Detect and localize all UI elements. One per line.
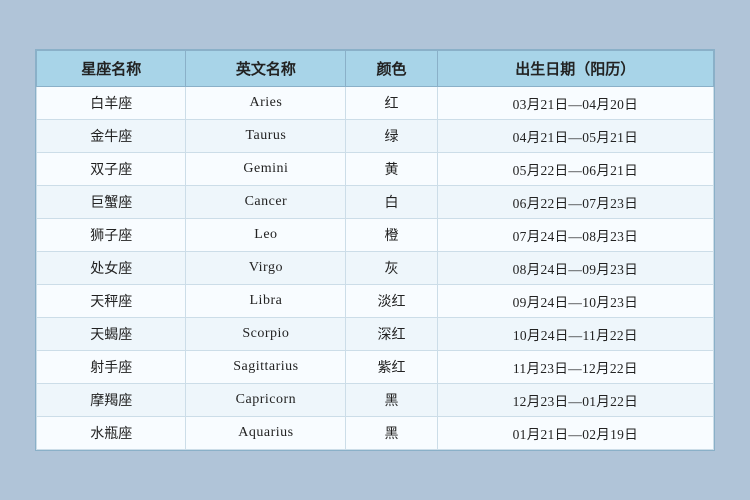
table-row: 天秤座Libra淡红09月24日—10月23日 (37, 285, 714, 318)
cell-chinese: 白羊座 (37, 87, 186, 120)
cell-date: 05月22日—06月21日 (437, 153, 713, 186)
cell-chinese: 双子座 (37, 153, 186, 186)
table-row: 金牛座Taurus绿04月21日—05月21日 (37, 120, 714, 153)
cell-date: 11月23日—12月22日 (437, 351, 713, 384)
cell-color: 紫红 (346, 351, 437, 384)
cell-english: Gemini (186, 153, 346, 186)
cell-date: 09月24日—10月23日 (437, 285, 713, 318)
cell-chinese: 巨蟹座 (37, 186, 186, 219)
header-color: 颜色 (346, 51, 437, 87)
cell-color: 黑 (346, 417, 437, 450)
cell-date: 03月21日—04月20日 (437, 87, 713, 120)
cell-chinese: 射手座 (37, 351, 186, 384)
cell-english: Leo (186, 219, 346, 252)
table-row: 狮子座Leo橙07月24日—08月23日 (37, 219, 714, 252)
header-chinese: 星座名称 (37, 51, 186, 87)
cell-date: 08月24日—09月23日 (437, 252, 713, 285)
header-date: 出生日期（阳历） (437, 51, 713, 87)
cell-date: 01月21日—02月19日 (437, 417, 713, 450)
table-row: 水瓶座Aquarius黑01月21日—02月19日 (37, 417, 714, 450)
cell-color: 深红 (346, 318, 437, 351)
table-row: 白羊座Aries红03月21日—04月20日 (37, 87, 714, 120)
zodiac-table: 星座名称 英文名称 颜色 出生日期（阳历） 白羊座Aries红03月21日—04… (36, 50, 714, 450)
cell-color: 绿 (346, 120, 437, 153)
cell-english: Scorpio (186, 318, 346, 351)
cell-english: Aquarius (186, 417, 346, 450)
cell-english: Virgo (186, 252, 346, 285)
table-row: 射手座Sagittarius紫红11月23日—12月22日 (37, 351, 714, 384)
zodiac-table-container: 星座名称 英文名称 颜色 出生日期（阳历） 白羊座Aries红03月21日—04… (35, 49, 715, 451)
table-row: 天蝎座Scorpio深红10月24日—11月22日 (37, 318, 714, 351)
cell-chinese: 天蝎座 (37, 318, 186, 351)
cell-date: 12月23日—01月22日 (437, 384, 713, 417)
cell-english: Libra (186, 285, 346, 318)
cell-date: 07月24日—08月23日 (437, 219, 713, 252)
cell-english: Sagittarius (186, 351, 346, 384)
cell-date: 10月24日—11月22日 (437, 318, 713, 351)
cell-color: 黑 (346, 384, 437, 417)
cell-color: 灰 (346, 252, 437, 285)
cell-chinese: 天秤座 (37, 285, 186, 318)
table-header-row: 星座名称 英文名称 颜色 出生日期（阳历） (37, 51, 714, 87)
cell-color: 白 (346, 186, 437, 219)
cell-color: 黄 (346, 153, 437, 186)
cell-english: Aries (186, 87, 346, 120)
cell-color: 淡红 (346, 285, 437, 318)
table-row: 双子座Gemini黄05月22日—06月21日 (37, 153, 714, 186)
header-english: 英文名称 (186, 51, 346, 87)
cell-chinese: 摩羯座 (37, 384, 186, 417)
cell-color: 橙 (346, 219, 437, 252)
table-row: 巨蟹座Cancer白06月22日—07月23日 (37, 186, 714, 219)
cell-english: Capricorn (186, 384, 346, 417)
table-row: 处女座Virgo灰08月24日—09月23日 (37, 252, 714, 285)
cell-date: 06月22日—07月23日 (437, 186, 713, 219)
cell-chinese: 处女座 (37, 252, 186, 285)
cell-english: Cancer (186, 186, 346, 219)
cell-color: 红 (346, 87, 437, 120)
table-row: 摩羯座Capricorn黑12月23日—01月22日 (37, 384, 714, 417)
cell-date: 04月21日—05月21日 (437, 120, 713, 153)
cell-english: Taurus (186, 120, 346, 153)
cell-chinese: 金牛座 (37, 120, 186, 153)
cell-chinese: 水瓶座 (37, 417, 186, 450)
cell-chinese: 狮子座 (37, 219, 186, 252)
